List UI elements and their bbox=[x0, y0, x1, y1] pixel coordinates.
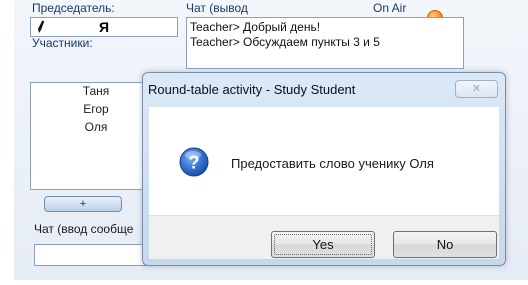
chat-output-label: Чат (вывод bbox=[186, 1, 248, 15]
no-button[interactable]: No bbox=[393, 231, 497, 258]
add-button[interactable]: + bbox=[44, 196, 122, 212]
dialog-message: Предоставить слово ученику Оля bbox=[231, 156, 434, 171]
chair-name: Я bbox=[98, 19, 110, 35]
dialog-title: Round-table activity - Study Student bbox=[148, 82, 356, 97]
dialog-body: ? Предоставить слово ученику Оля bbox=[149, 107, 499, 215]
chair-field: Я bbox=[30, 17, 178, 37]
close-button[interactable]: ✕ bbox=[455, 80, 498, 98]
question-icon: ? bbox=[179, 147, 209, 177]
chat-line: Teacher> Обсуждаем пункты 3 и 5 bbox=[190, 35, 380, 49]
yes-button[interactable]: Yes bbox=[271, 231, 375, 258]
chat-input-label: Чат (ввод сообще bbox=[34, 222, 134, 236]
chair-label: Председатель: bbox=[32, 1, 115, 15]
svg-text:?: ? bbox=[189, 153, 200, 173]
chat-output[interactable]: Teacher> Добрый день! Teacher> Обсуждаем… bbox=[186, 17, 464, 69]
dialog-footer: Yes No bbox=[149, 215, 499, 259]
on-air-label: On Air bbox=[373, 1, 407, 15]
participants-label: Участники: bbox=[32, 36, 93, 50]
close-icon: ✕ bbox=[471, 83, 482, 95]
confirm-dialog: Round-table activity - Study Student ✕ ?… bbox=[142, 72, 506, 266]
chat-line: Teacher> Добрый день! bbox=[190, 20, 321, 34]
